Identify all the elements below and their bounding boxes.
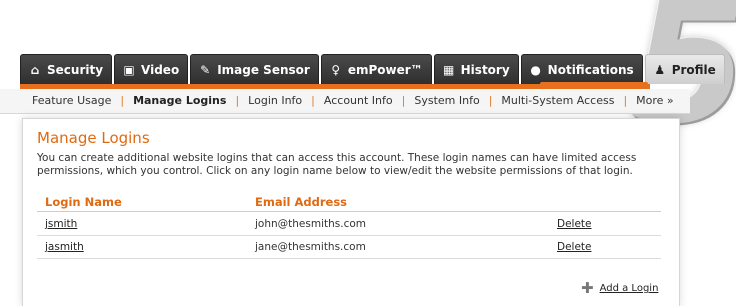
column-email-address: Email Address [255,195,348,209]
separator: | [311,94,315,107]
delete-link[interactable]: Delete [557,218,592,230]
sub-navigation: Feature Usage | Manage Logins | Login Info | A… [0,89,690,114]
panel-title: Manage Logins [37,129,150,147]
tab-label: Security [47,62,104,77]
tab-label: Video [141,62,180,77]
add-login-link[interactable]: Add a Login [600,283,659,294]
panel-description: You can create additional website logins… [37,152,637,177]
table-header: Login Name Email Address [37,193,661,212]
tab-security[interactable]: ⌂ Security [20,54,113,84]
add-login: ✚ Add a Login [581,279,658,297]
subnav-account-info[interactable]: Account Info [324,94,393,107]
subnav-feature-usage[interactable]: Feature Usage [32,94,111,107]
home-icon: ⌂ [30,62,40,77]
separator: | [235,94,240,107]
subnav-system-info[interactable]: System Info [414,94,479,107]
table-row: jsmith john@thesmiths.com Delete [37,213,661,236]
main-tab-bar: ⌂ Security ▣ Video ✎ Image Sensor ♀ emPo… [20,54,725,84]
subnav-login-info[interactable]: Login Info [248,94,302,107]
tab-label: Profile [671,62,716,77]
tab-empower[interactable]: ♀ emPower™ [320,54,432,84]
separator: | [401,94,406,107]
separator: | [623,94,628,107]
tab-video[interactable]: ▣ Video [114,54,189,84]
plus-icon: ✚ [581,279,594,297]
bulb-icon: ♀ [331,62,341,77]
delete-link[interactable]: Delete [557,241,592,253]
tab-label: History [460,62,510,77]
tab-image-sensor[interactable]: ✎ Image Sensor [190,54,319,84]
image-sensor-icon: ✎ [200,62,211,77]
email-address: jane@thesmiths.com [255,241,366,253]
tab-label: emPower™ [347,62,423,77]
tab-profile[interactable]: ♟ Profile [644,54,725,84]
tab-label: Image Sensor [217,62,310,77]
separator: | [120,94,125,107]
email-address: john@thesmiths.com [255,218,367,230]
tab-history[interactable]: ▦ History [433,54,519,84]
person-icon: ♟ [654,62,666,77]
chat-bubble-icon: ● [530,62,541,77]
tab-notifications[interactable]: ● Notifications [520,54,643,84]
subnav-manage-logins[interactable]: Manage Logins [133,94,226,107]
subnav-multi-system-access[interactable]: Multi-System Access [501,94,614,107]
manage-logins-panel: Manage Logins You can create additional … [22,118,680,306]
login-name-link[interactable]: jasmith [45,241,84,253]
separator: | [488,94,493,107]
page: 5 ⌂ Security ▣ Video ✎ Image Sensor ♀ em… [0,0,736,306]
calendar-icon: ▦ [442,62,455,77]
login-name-link[interactable]: jsmith [45,218,77,230]
video-icon: ▣ [123,62,135,77]
column-login-name: Login Name [45,195,122,209]
tab-label: Notifications [547,62,634,77]
table-row: jasmith jane@thesmiths.com Delete [37,236,661,259]
subnav-more[interactable]: More » [636,94,674,107]
